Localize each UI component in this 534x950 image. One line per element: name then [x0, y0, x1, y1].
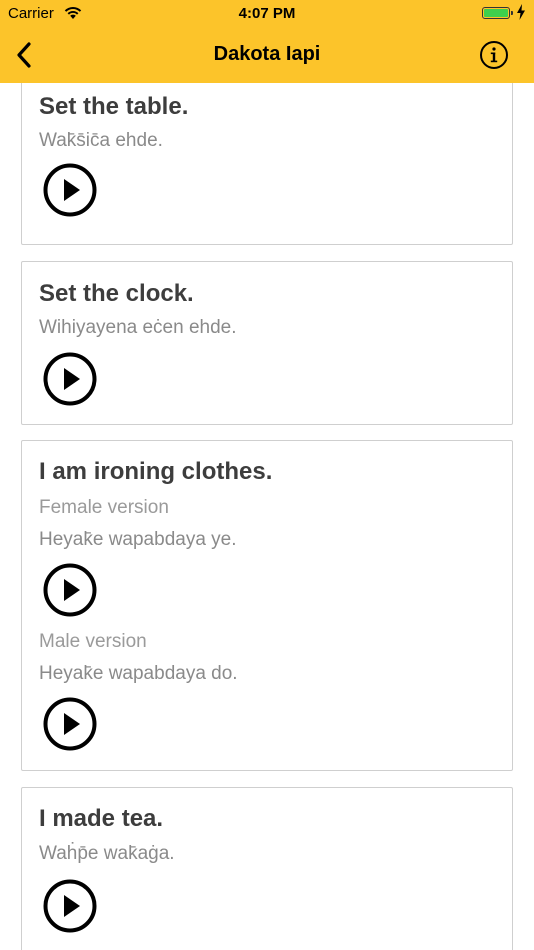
dakota-phrase-female: Heyak̄e wapabdaya ye.: [39, 529, 237, 550]
male-version-label: Male version: [39, 631, 147, 652]
info-icon[interactable]: [479, 40, 509, 70]
phrase-title: I made tea.: [39, 805, 164, 832]
phrase-title: Set the clock.: [39, 280, 194, 307]
phrase-card: I am ironing clothes. Female version Hey…: [21, 440, 513, 771]
phrase-card: Set the clock. Wihiyayena eċen ehde.: [21, 261, 513, 425]
phrase-card: Set the table. Wak̄s̄ic̄a ehde.: [21, 83, 513, 245]
play-button[interactable]: [43, 879, 97, 933]
battery-icon: [482, 7, 513, 19]
phrase-title: Set the table.: [39, 93, 189, 120]
status-bar: Carrier 4:07 PM: [0, 0, 534, 28]
dakota-phrase-male: Heyak̄e wapabdaya do.: [39, 663, 238, 684]
dakota-phrase: Wak̄s̄ic̄a ehde.: [39, 130, 163, 151]
page-title: Dakota Iapi: [213, 43, 321, 65]
play-button-female[interactable]: [43, 563, 97, 617]
play-button-male[interactable]: [43, 697, 97, 751]
phrase-list[interactable]: Set the table. Wak̄s̄ic̄a ehde. Set the …: [0, 83, 534, 950]
top-bar: Carrier 4:07 PM Dakota Iapi: [0, 0, 534, 83]
navigation-bar: Dakota Iapi: [0, 28, 534, 83]
play-button[interactable]: [43, 163, 97, 217]
charging-icon: [517, 4, 525, 20]
phrase-card: I made tea. Waḣp̄e wak̄aġa.: [21, 787, 513, 950]
dakota-phrase: Wihiyayena eċen ehde.: [39, 317, 237, 338]
clock: 4:07 PM: [238, 5, 296, 22]
female-version-label: Female version: [39, 497, 169, 518]
play-button[interactable]: [43, 352, 97, 406]
phrase-title: I am ironing clothes.: [39, 458, 273, 485]
dakota-phrase: Waḣp̄e wak̄aġa.: [39, 843, 175, 864]
